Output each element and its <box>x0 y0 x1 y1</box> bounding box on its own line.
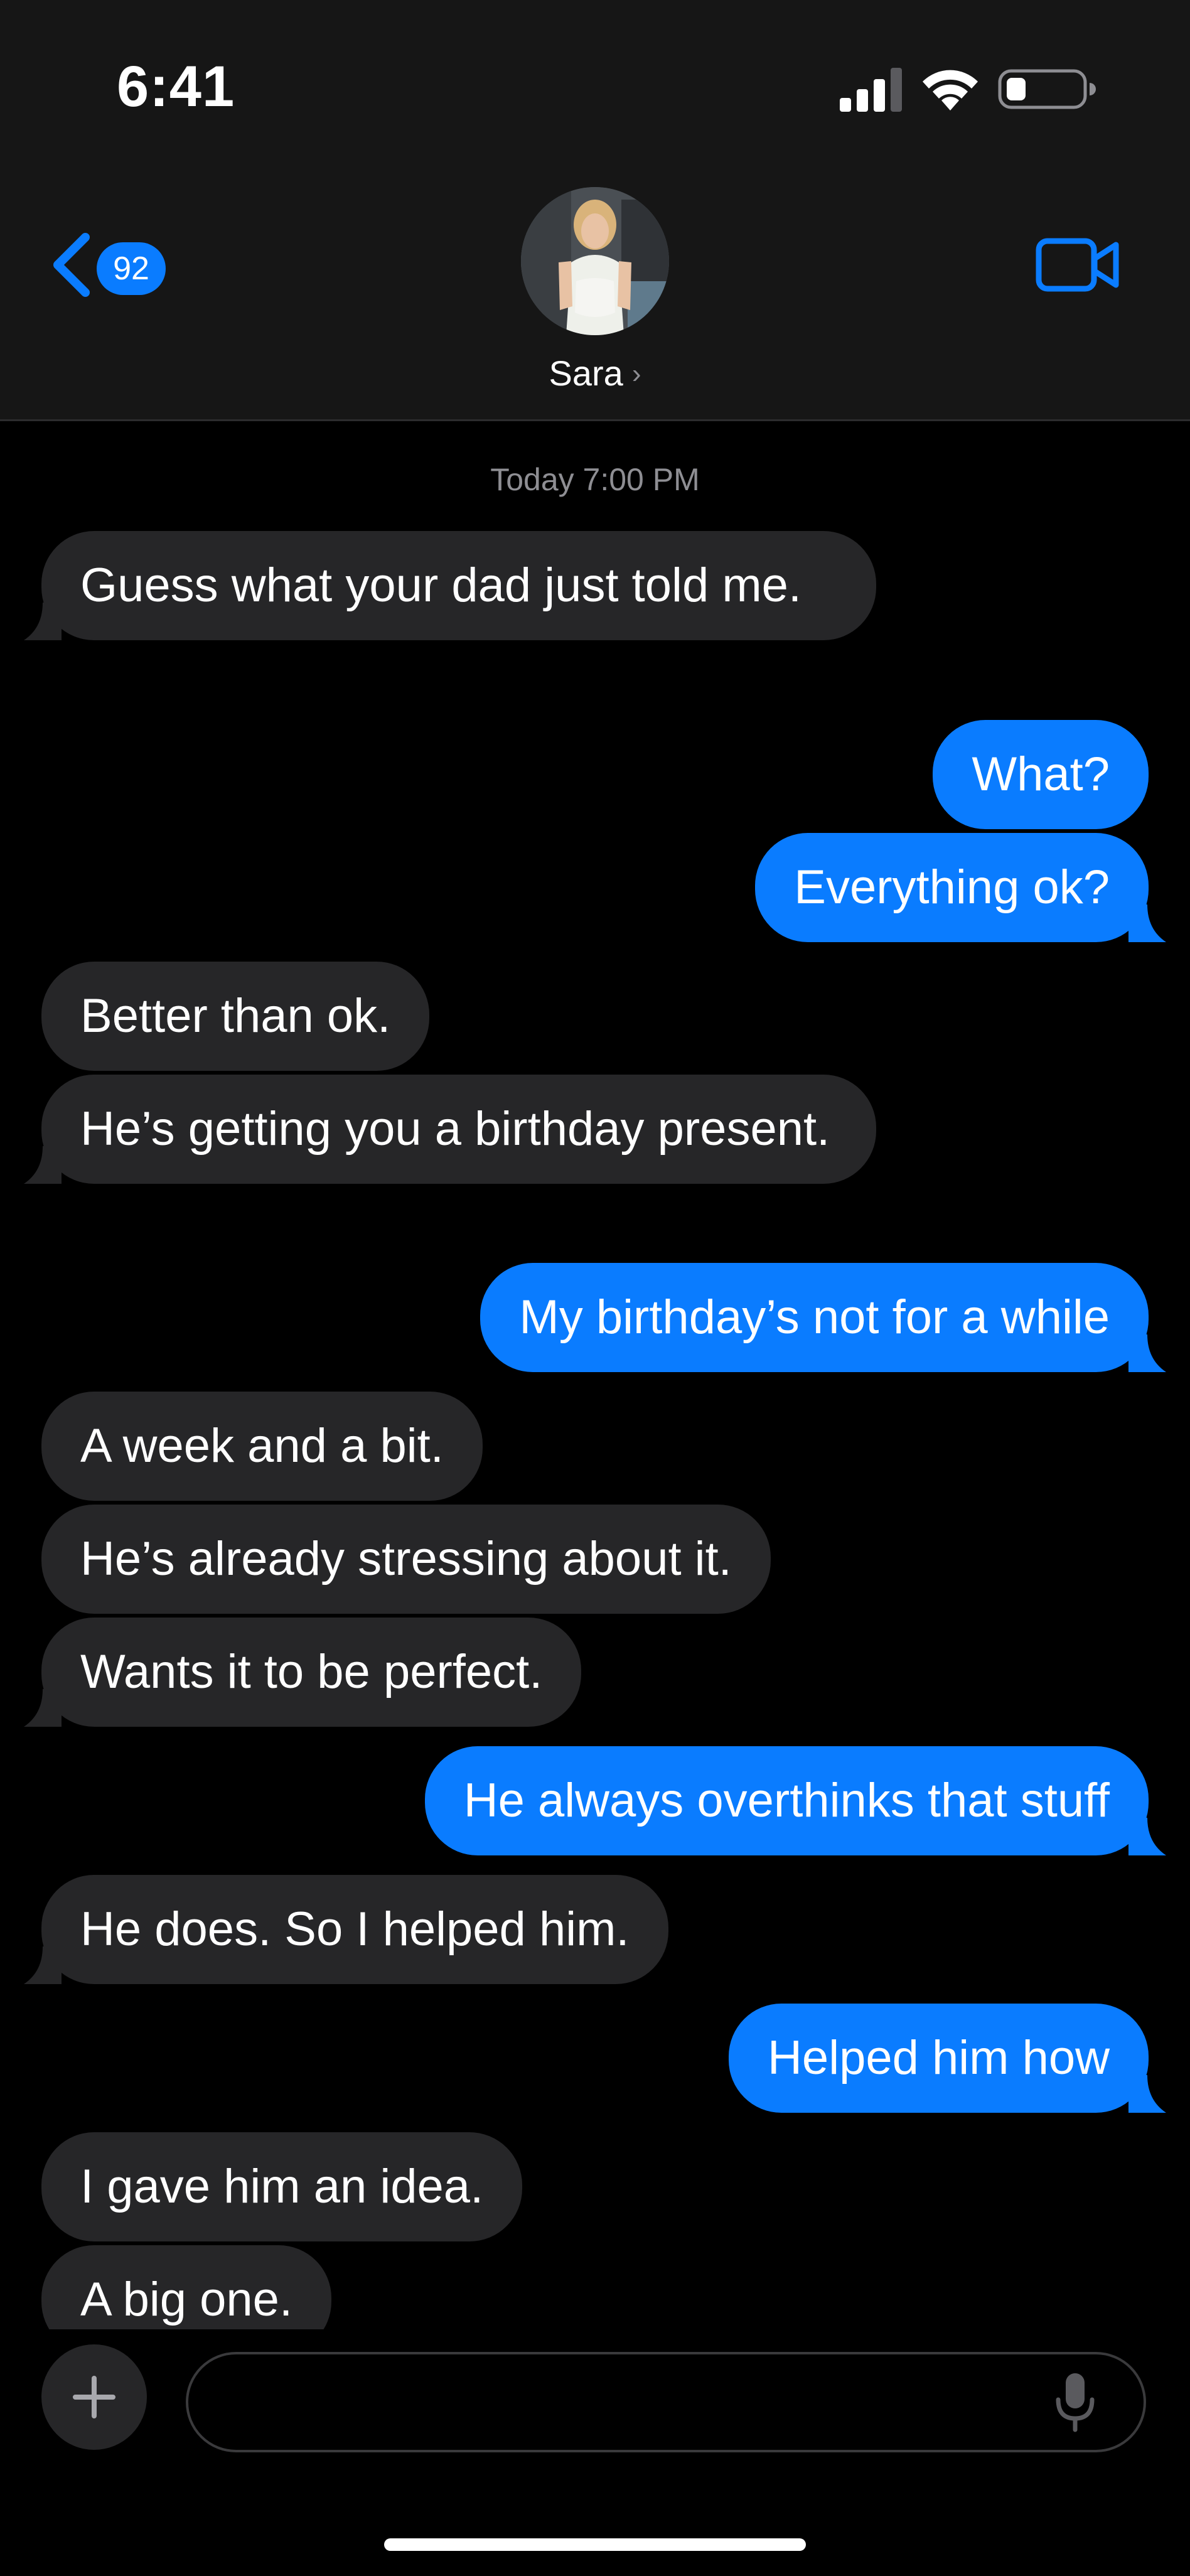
message-bubble-incoming[interactable]: He’s getting you a birthday present. <box>24 1075 876 1184</box>
message-text: Helped him how <box>768 2031 1110 2085</box>
messages-screen: 6:41 92 Sara › Today 7:00 PM Guess what … <box>0 0 1190 2576</box>
message-bubble-outgoing[interactable]: Everything ok? <box>755 833 1166 942</box>
contact-name: Sara <box>549 353 623 393</box>
bubble-tail <box>1128 1818 1166 1855</box>
message-text: Guess what your dad just told me. <box>80 559 802 612</box>
video-call-button[interactable] <box>1036 236 1121 294</box>
bubble-tail <box>24 1689 62 1727</box>
microphone-icon[interactable] <box>1053 2371 1097 2434</box>
bubble-tail <box>24 1946 62 1984</box>
bubble-tail <box>24 1146 62 1184</box>
bubble-tail <box>1128 1334 1166 1372</box>
message-bubble-incoming[interactable]: I gave him an idea. <box>41 2132 523 2241</box>
plus-icon <box>73 2376 115 2418</box>
signal-icon <box>840 68 902 112</box>
message-text: I gave him an idea. <box>80 2160 484 2213</box>
wifi-icon <box>923 70 978 110</box>
message-bubble-outgoing[interactable]: My birthday’s not for a while <box>480 1263 1166 1372</box>
message-thread[interactable]: Today 7:00 PM Guess what your dad just t… <box>0 421 1190 2329</box>
add-attachment-button[interactable] <box>41 2344 147 2450</box>
message-bubble-incoming[interactable]: He’s already stressing about it. <box>41 1505 771 1614</box>
message-text: A big one. <box>80 2273 293 2326</box>
status-bar: 6:41 <box>0 0 1190 157</box>
message-text: He does. So I helped him. <box>80 1902 630 1956</box>
message-text: He always overthinks that stuff <box>463 1774 1110 1827</box>
message-bubble-outgoing[interactable]: Helped him how <box>729 2004 1166 2113</box>
back-chevron-icon <box>53 233 90 297</box>
message-bubble-outgoing[interactable]: He always overthinks that stuff <box>424 1746 1166 1855</box>
message-bubble-incoming[interactable]: He does. So I helped him. <box>24 1875 668 1984</box>
contact-avatar[interactable] <box>521 187 669 335</box>
message-text: My birthday’s not for a while <box>519 1291 1110 1344</box>
message-bubble-incoming[interactable]: A week and a bit. <box>41 1392 483 1501</box>
back-button[interactable]: 92 <box>49 226 174 301</box>
unread-count-badge: 92 <box>97 242 166 295</box>
home-indicator[interactable] <box>384 2538 806 2551</box>
message-bubble-incoming[interactable]: Wants it to be perfect. <box>24 1618 582 1727</box>
battery-icon <box>998 69 1096 109</box>
thread-timestamp: Today 7:00 PM <box>490 462 700 497</box>
conversation-header: 92 Sara › <box>0 157 1190 421</box>
bubble-tail <box>1128 904 1166 942</box>
status-time: 6:41 <box>117 55 235 119</box>
message-text: Everything ok? <box>794 861 1110 914</box>
contact-name-row[interactable]: Sara › <box>0 353 1190 394</box>
message-bubble-incoming[interactable]: A big one. <box>41 2245 332 2329</box>
message-bubble-incoming[interactable]: Guess what your dad just told me. <box>24 531 876 640</box>
message-bubble-outgoing[interactable]: What? <box>933 720 1149 829</box>
contact-details-chevron-icon: › <box>631 358 641 389</box>
message-input[interactable] <box>186 2352 1146 2452</box>
avatar-photo <box>521 187 669 335</box>
message-text: He’s already stressing about it. <box>80 1532 732 1586</box>
compose-bar <box>0 2329 1190 2576</box>
bubble-tail <box>24 603 62 640</box>
message-text: He’s getting you a birthday present. <box>80 1102 830 1156</box>
message-text: A week and a bit. <box>80 1419 444 1473</box>
message-text: Better than ok. <box>80 989 391 1043</box>
bubble-tail <box>1128 2075 1166 2113</box>
message-text: Wants it to be perfect. <box>80 1645 543 1699</box>
message-text: What? <box>972 748 1110 801</box>
message-bubble-incoming[interactable]: Better than ok. <box>41 962 430 1071</box>
